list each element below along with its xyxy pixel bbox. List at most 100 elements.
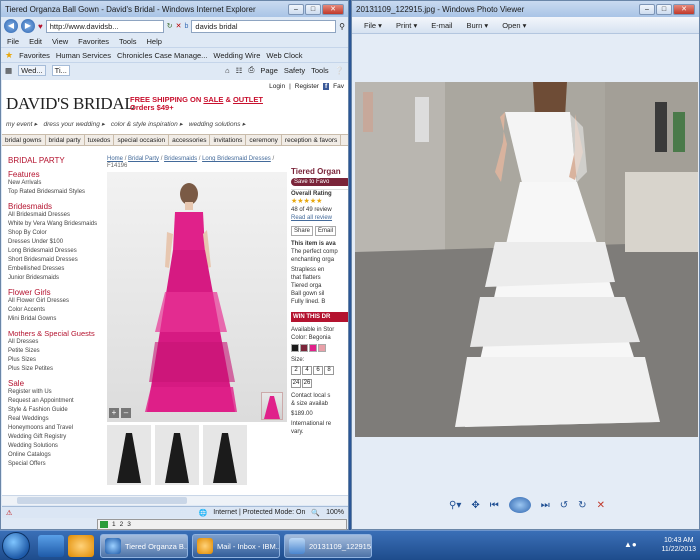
sidebar-link[interactable]: Short Bridesmaid Dresses <box>8 256 104 265</box>
cat-tuxedos[interactable]: tuxedos <box>85 135 115 145</box>
photo-display[interactable] <box>355 82 698 437</box>
menu-favorites[interactable]: Favorites <box>78 37 109 46</box>
subnav-wedding-solutions[interactable]: wedding solutions ▸ <box>189 120 246 128</box>
subnav-dress-your-wedding[interactable]: dress your wedding ▸ <box>43 120 104 128</box>
cat-bridal-gowns[interactable]: bridal gowns <box>2 135 46 145</box>
address-bar[interactable]: http://www.davidsb... <box>45 19 164 33</box>
menu-view[interactable]: View <box>52 37 68 46</box>
pv-menu-email[interactable]: E-mail <box>431 21 452 30</box>
login-link[interactable]: Login <box>269 83 285 90</box>
facebook-icon[interactable]: f <box>322 82 330 90</box>
fav-link-web-clock[interactable]: Web Clock <box>266 51 302 60</box>
help-icon[interactable]: ❔ <box>335 66 344 75</box>
maximize-button[interactable]: □ <box>305 3 321 15</box>
page-3[interactable]: 3 <box>127 521 131 528</box>
delete-icon[interactable]: ✕ <box>597 500 605 511</box>
cmd-safety[interactable]: Safety <box>284 66 305 75</box>
pv-menu-print[interactable]: Print ▾ <box>396 21 417 30</box>
cat-reception[interactable]: reception & favors <box>282 135 342 145</box>
sidebar-link[interactable]: Long Bridesmaid Dresses <box>8 247 104 256</box>
crumb-long-bridesmaid[interactable]: Long Bridesmaid Dresses <box>202 156 271 162</box>
zoom-in-button[interactable]: + <box>109 408 119 418</box>
subnav-color-style[interactable]: color & style inspiration ▸ <box>111 120 183 128</box>
menu-tools[interactable]: Tools <box>119 37 137 46</box>
crumb-bridal-party[interactable]: Bridal Party <box>128 156 159 162</box>
feeds-icon[interactable]: ☷ <box>236 66 243 75</box>
zoom-out-button[interactable]: – <box>121 408 131 418</box>
cmd-page[interactable]: Page <box>260 66 278 75</box>
register-link[interactable]: Register <box>295 83 319 90</box>
close-button[interactable]: ✕ <box>322 3 344 15</box>
pv-menu-burn[interactable]: Burn ▾ <box>466 21 488 30</box>
share-button[interactable]: Share <box>291 226 314 236</box>
tray-icons[interactable]: ▲● <box>624 540 637 549</box>
system-clock[interactable]: 10:43 AM 11/22/2013 <box>661 536 696 554</box>
zoom-icon[interactable]: ⚲▾ <box>449 500 461 511</box>
sidebar-link[interactable]: Register with Us <box>8 388 104 397</box>
menu-file[interactable]: File <box>7 37 19 46</box>
sidebar-link[interactable]: Plus Sizes <box>8 356 104 365</box>
back-button[interactable]: ◀ <box>4 19 18 33</box>
forward-button[interactable]: ▶ <box>21 19 35 33</box>
size-option[interactable]: 26 <box>302 379 312 388</box>
search-provider-icon[interactable]: b <box>185 23 189 30</box>
color-swatch[interactable] <box>318 344 326 352</box>
menu-edit[interactable]: Edit <box>29 37 42 46</box>
cat-bridal-party[interactable]: bridal party <box>46 135 85 145</box>
size-option[interactable]: 2 <box>291 366 301 375</box>
sidebar-link[interactable]: Online Catalogs <box>8 451 104 460</box>
scrollbar-thumb[interactable] <box>17 497 187 504</box>
subnav-my-event[interactable]: my event ▸ <box>6 120 37 128</box>
task-ie[interactable]: Tiered Organza B... <box>100 534 188 558</box>
cat-invitations[interactable]: invitations <box>210 135 247 145</box>
alt-view-thumbnail[interactable] <box>203 425 247 485</box>
protected-mode-status[interactable]: Internet | Protected Mode: On <box>213 509 305 516</box>
crumb-bridesmaids[interactable]: Bridesmaids <box>164 156 197 162</box>
size-option[interactable]: 6 <box>313 366 323 375</box>
sidebar-link[interactable]: All Flower Girl Dresses <box>8 297 104 306</box>
read-all-reviews-link[interactable]: Read all review <box>291 214 348 222</box>
sidebar-link[interactable]: All Bridesmaid Dresses <box>8 211 104 220</box>
tab-tiered[interactable]: Ti... <box>51 64 70 76</box>
color-swatch[interactable] <box>309 344 317 352</box>
next-icon[interactable]: ⏭ <box>541 500 550 511</box>
alt-view-thumbnail[interactable] <box>155 425 199 485</box>
home-icon[interactable]: ⌂ <box>225 66 230 75</box>
search-icon[interactable]: ⚲ <box>339 22 345 31</box>
alt-view-thumbnail[interactable] <box>107 425 151 485</box>
ie-titlebar[interactable]: Tiered Organza Ball Gown - David's Brida… <box>1 1 348 17</box>
sidebar-link[interactable]: Honeymoons and Travel <box>8 424 104 433</box>
size-option[interactable]: 4 <box>302 366 312 375</box>
color-swatch[interactable] <box>291 344 299 352</box>
sidebar-link[interactable]: All Dresses <box>8 338 104 347</box>
sidebar-link[interactable]: Request an Appointment <box>8 397 104 406</box>
sidebar-link[interactable]: Real Weddings <box>8 415 104 424</box>
refresh-icon[interactable]: ↻ <box>167 22 173 30</box>
task-photo-viewer[interactable]: 20131109_122915.jpg... <box>284 534 372 558</box>
favorites-link[interactable]: Fav <box>333 83 344 90</box>
page-2[interactable]: 2 <box>120 521 124 528</box>
promo-banner[interactable]: FREE SHIPPING ON SALE & OUTLET Orders $4… <box>130 96 263 112</box>
sidebar-link[interactable]: Wedding Solutions <box>8 442 104 451</box>
sidebar-link[interactable]: Dresses Under $100 <box>8 238 104 247</box>
sidebar-link[interactable]: Mini Bridal Gowns <box>8 315 104 324</box>
sidebar-link[interactable]: Shop By Color <box>8 229 104 238</box>
sidebar-link[interactable]: Style & Fashion Guide <box>8 406 104 415</box>
color-swatch[interactable] <box>300 344 308 352</box>
maximize-button[interactable]: □ <box>656 3 672 15</box>
size-option[interactable]: 8 <box>324 366 334 375</box>
email-button[interactable]: Email <box>315 226 337 236</box>
product-main-image[interactable]: + – <box>107 172 287 422</box>
fav-link-wedding-wire[interactable]: Wedding Wire <box>213 51 260 60</box>
fav-link-chronicles[interactable]: Chronicles Case Manage... <box>117 51 207 60</box>
pv-menu-file[interactable]: File ▾ <box>364 21 382 30</box>
site-logo[interactable]: DAVID'S BRIDAL <box>6 94 135 114</box>
size-option[interactable]: 24 <box>291 379 301 388</box>
save-to-favorites-button[interactable]: Save to Favo <box>291 178 348 186</box>
favorites-button[interactable]: Favorites <box>19 51 50 60</box>
rotate-right-icon[interactable]: ↻ <box>578 500 586 511</box>
horizontal-scrollbar[interactable] <box>2 495 348 505</box>
sidebar-link[interactable]: White by Vera Wang Bridesmaids <box>8 220 104 229</box>
minimize-button[interactable]: – <box>639 3 655 15</box>
minimize-button[interactable]: – <box>288 3 304 15</box>
